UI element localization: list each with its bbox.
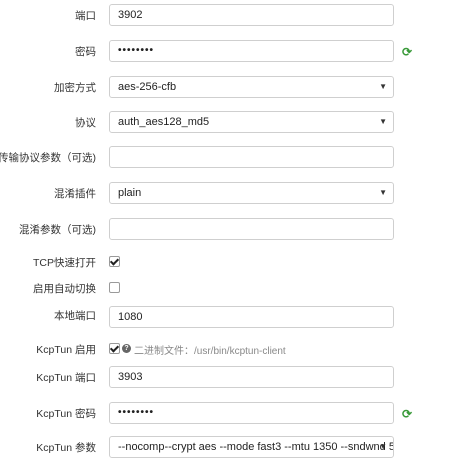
question-circle-icon: ? — [122, 344, 131, 353]
kcptun-param-label: KcpTun 参数 — [36, 442, 96, 454]
local-port-input[interactable]: 1080 — [109, 306, 394, 328]
refresh-icon[interactable]: ⟳ — [401, 46, 413, 58]
caret-down-icon: ▼ — [379, 82, 387, 91]
obfs-param-label: 混淆参数（可选) — [19, 224, 96, 236]
encryption-label: 加密方式 — [54, 82, 96, 94]
tcp-fast-open-checkbox[interactable] — [109, 256, 120, 267]
caret-down-icon: ▼ — [379, 442, 387, 451]
obfs-param-input[interactable] — [109, 218, 394, 240]
obfs-select[interactable]: plain ▼ — [109, 182, 394, 204]
obfs-label: 混淆插件 — [54, 188, 96, 200]
auto-switch-label: 启用自动切换 — [33, 283, 96, 295]
protocol-value: auth_aes128_md5 — [118, 116, 210, 128]
kcptun-param-select[interactable]: --nocomp--crypt aes --mode fast3 --mtu 1… — [109, 436, 394, 458]
protocol-param-input[interactable] — [109, 146, 394, 168]
password-input[interactable]: •••••••• — [109, 40, 394, 62]
kcptun-port-input[interactable]: 3903 — [109, 366, 394, 388]
local-port-label: 本地端口 — [54, 310, 96, 322]
protocol-param-label: 传输协议参数（可选) — [0, 152, 96, 164]
auto-switch-checkbox[interactable] — [109, 282, 120, 293]
kcptun-port-label: KcpTun 端口 — [36, 372, 96, 384]
obfs-value: plain — [118, 187, 142, 199]
kcptun-param-value: --nocomp--crypt aes --mode fast3 --mtu 1… — [118, 441, 394, 453]
encryption-value: aes-256-cfb — [118, 81, 177, 93]
kcptun-enable-label: KcpTun 启用 — [36, 344, 96, 356]
port-input[interactable]: 3902 — [109, 4, 394, 26]
caret-down-icon: ▼ — [379, 188, 387, 197]
kcptun-password-input[interactable]: •••••••• — [109, 402, 394, 424]
caret-down-icon: ▼ — [379, 117, 387, 126]
kcptun-enable-checkbox[interactable] — [109, 343, 120, 354]
encryption-select[interactable]: aes-256-cfb ▼ — [109, 76, 394, 98]
protocol-label: 协议 — [75, 117, 96, 129]
protocol-select[interactable]: auth_aes128_md5 ▼ — [109, 111, 394, 133]
kcptun-help-text: 二进制文件：/usr/bin/kcptun-client — [134, 346, 286, 357]
password-label: 密码 — [75, 46, 96, 58]
tcp-fast-open-label: TCP快速打开 — [33, 257, 96, 269]
kcptun-password-label: KcpTun 密码 — [36, 408, 96, 420]
port-label: 端口 — [75, 10, 96, 22]
refresh-icon[interactable]: ⟳ — [401, 408, 413, 420]
